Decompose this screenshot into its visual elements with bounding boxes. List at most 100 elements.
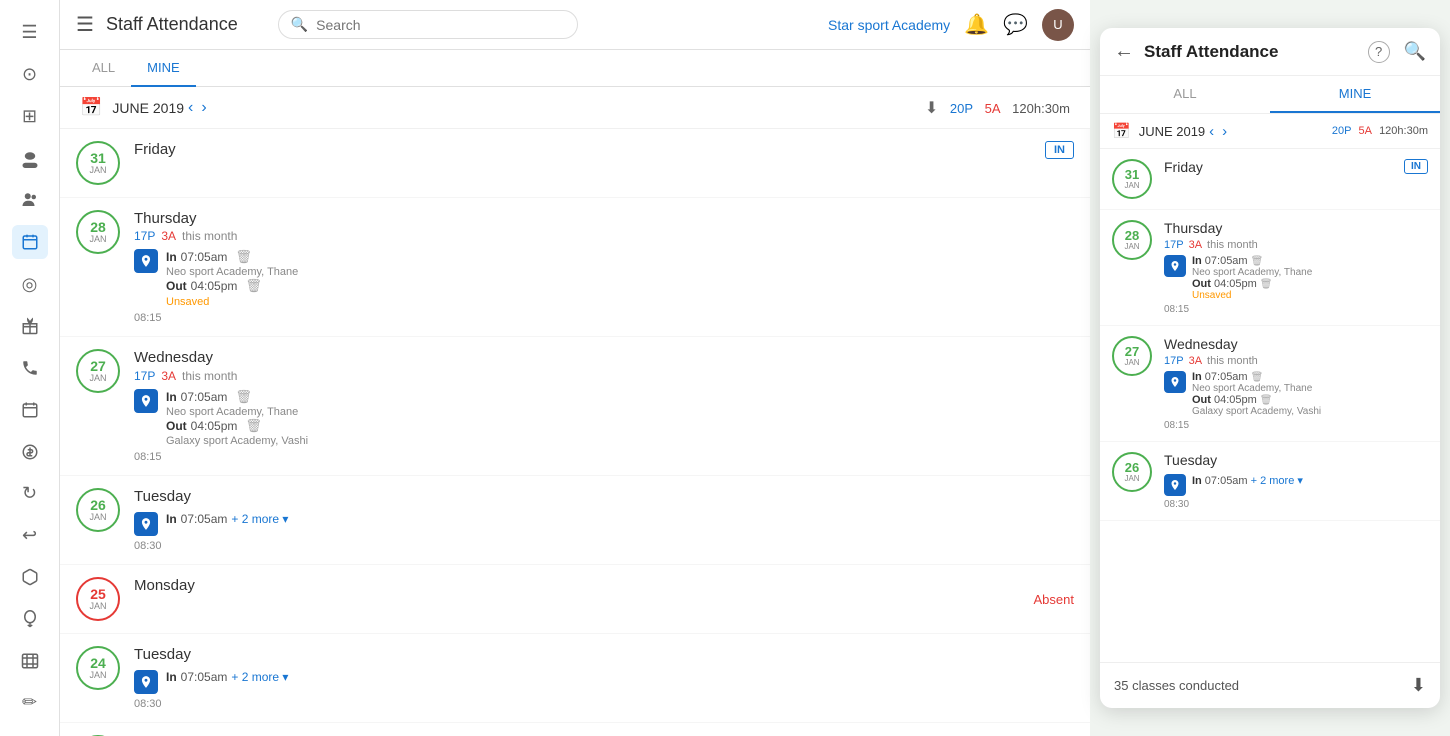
session-icon-27 — [134, 389, 158, 413]
mobile-download-icon[interactable]: ⬇ — [1411, 675, 1426, 696]
session-row-24: In 07:05am + 2 more ▾ — [134, 670, 1074, 694]
user-circle-icon[interactable]: ◎ — [12, 267, 48, 301]
session-icon — [134, 249, 158, 273]
film-icon[interactable] — [12, 644, 48, 678]
mobile-search-icon[interactable]: 🔍 — [1404, 41, 1426, 63]
day-info-24: Tuesday In 07:05am + 2 more ▾ 08:30 — [134, 646, 1074, 710]
search-input[interactable] — [316, 17, 565, 33]
page-title: Staff Attendance — [106, 14, 238, 35]
mobile-more-link-26[interactable]: + 2 more ▾ — [1251, 474, 1303, 487]
header-right: Star sport Academy 🔔 💬 U — [828, 9, 1074, 41]
classes-conducted: 35 classes conducted — [1114, 678, 1239, 693]
mobile-footer: 35 classes conducted ⬇ — [1100, 662, 1440, 708]
mobile-hours-stat: 120h:30m — [1379, 125, 1428, 137]
edit-icon[interactable]: ✏ — [12, 686, 48, 720]
mobile-month-stats: 20P 5A 120h:30m — [1332, 125, 1428, 137]
phone-icon[interactable] — [12, 351, 48, 385]
trash-icon[interactable]: 🗑 — [235, 249, 252, 265]
calendar2-icon[interactable] — [12, 393, 48, 427]
mobile-trash-28a[interactable]: 🗑 — [1251, 256, 1264, 267]
tab-bar: ALL MINE — [60, 50, 1090, 87]
mobile-help-icon[interactable]: ? — [1368, 41, 1390, 63]
undo-icon[interactable]: ↩ — [12, 519, 48, 553]
download-icon[interactable]: ⬇ — [925, 100, 938, 117]
refresh-icon[interactable]: ↻ — [12, 477, 48, 511]
list-item: 31 Jan Friday IN — [1100, 149, 1440, 210]
present-stat: 20P — [950, 101, 973, 116]
next-month-button[interactable]: › — [197, 99, 210, 117]
mobile-day-circle-31: 31 Jan — [1112, 159, 1152, 199]
mobile-present-stat: 20P — [1332, 125, 1352, 137]
mobile-tab-mine[interactable]: MINE — [1270, 76, 1440, 113]
day-circle-25: 25 Jan — [76, 577, 120, 621]
gift-icon[interactable] — [12, 309, 48, 343]
tab-all[interactable]: ALL — [76, 50, 131, 87]
menu-button[interactable]: ☰ — [76, 12, 94, 37]
table-row: 28 Jan Thursday 17P 3A this month — [60, 198, 1090, 337]
mobile-next-month[interactable]: › — [1218, 123, 1231, 140]
person-icon[interactable] — [12, 142, 48, 176]
absent-stat: 5A — [985, 101, 1001, 116]
list-item: 26 Jan Tuesday In 07:05am + 2 more — [1100, 442, 1440, 521]
mobile-tab-bar: ALL MINE — [1100, 76, 1440, 114]
mobile-in-badge-31: IN — [1404, 159, 1428, 174]
mobile-day-info-26: Tuesday In 07:05am + 2 more ▾ — [1164, 452, 1428, 510]
dollar-icon[interactable] — [12, 435, 48, 469]
trash-icon-27b[interactable]: 🗑 — [245, 418, 262, 434]
calendar-active-icon[interactable] — [12, 225, 48, 259]
more-link-26[interactable]: + 2 more ▾ — [231, 512, 288, 526]
table-row: 27 Jan Wednesday 17P 3A this month In — [60, 337, 1090, 476]
main-content: ☰ Staff Attendance 🔍 Star sport Academy … — [60, 0, 1090, 736]
mobile-frame: ← Staff Attendance ? 🔍 ALL MINE 📅 JUNE 2… — [1100, 28, 1440, 708]
mobile-absent-stat: 5A — [1359, 125, 1372, 137]
month-name: JUNE 2019 — [112, 100, 184, 116]
mobile-trash-28b[interactable]: 🗑 — [1260, 279, 1273, 290]
mobile-tab-all[interactable]: ALL — [1100, 76, 1270, 113]
table-row: 25 Jan Monsday Absent — [60, 565, 1090, 634]
mobile-back-button[interactable]: ← — [1114, 40, 1134, 63]
session-icon-26 — [134, 512, 158, 536]
group-icon[interactable] — [12, 184, 48, 218]
prev-month-button[interactable]: ‹ — [184, 99, 197, 117]
mobile-day-circle-26: 26 Jan — [1112, 452, 1152, 492]
mobile-month-header: 📅 JUNE 2019 ‹ › 20P 5A 120h:30m — [1100, 114, 1440, 149]
mobile-cal-icon: 📅 — [1112, 122, 1131, 140]
menu-icon[interactable]: ☰ — [12, 16, 48, 50]
mobile-trash-27b[interactable]: 🗑 — [1260, 395, 1273, 406]
hours-stat: 120h:30m — [1012, 101, 1070, 116]
mobile-day-circle-28: 28 Jan — [1112, 220, 1152, 260]
trash-icon-2[interactable]: 🗑 — [245, 278, 262, 294]
mobile-session-icon-27 — [1164, 371, 1186, 393]
mobile-month-name: JUNE 2019 — [1139, 124, 1205, 139]
mobile-content: 31 Jan Friday IN 28 Jan Thursday 17P — [1100, 149, 1440, 662]
grid-icon[interactable]: ⊞ — [12, 100, 48, 134]
mobile-prev-month[interactable]: ‹ — [1205, 123, 1218, 140]
mobile-header-icons: ? 🔍 — [1368, 41, 1426, 63]
avatar[interactable]: U — [1042, 9, 1074, 41]
day-info-25: Monsday — [134, 577, 1034, 595]
absent-label-25: Absent — [1034, 592, 1074, 607]
mobile-session-icon-26 — [1164, 474, 1186, 496]
mobile-header: ← Staff Attendance ? 🔍 — [1100, 28, 1440, 76]
in-badge: IN — [1045, 141, 1074, 159]
notification-icon[interactable]: 🔔 — [964, 12, 989, 37]
session-icon-24 — [134, 670, 158, 694]
session-row-26: In 07:05am + 2 more ▾ — [134, 512, 1074, 536]
mobile-day-info-31: Friday — [1164, 159, 1404, 177]
box-icon[interactable] — [12, 560, 48, 594]
mobile-day-circle-27: 27 Jan — [1112, 336, 1152, 376]
search-bar[interactable]: 🔍 — [278, 10, 578, 39]
day-circle-31: 31 Jan — [76, 141, 120, 185]
more-link-24[interactable]: + 2 more ▾ — [231, 670, 288, 684]
message-icon[interactable]: 💬 — [1003, 12, 1028, 37]
table-row: 26 Jan Tuesday In 07:05am + 2 more ▾ — [60, 476, 1090, 565]
mobile-trash-27a[interactable]: 🗑 — [1251, 372, 1264, 383]
balloon-icon[interactable] — [12, 602, 48, 636]
academy-name[interactable]: Star sport Academy — [828, 17, 950, 33]
home-icon[interactable]: ⊙ — [12, 58, 48, 92]
session-row-27: In 07:05am 🗑 Neo sport Academy, Thane Ou… — [134, 389, 1074, 447]
month-header: 📅 JUNE 2019 ‹ › ⬇ 20P 5A 120h:30m — [60, 87, 1090, 129]
tab-mine[interactable]: MINE — [131, 50, 196, 87]
table-row: 23 Jan Moday 17P 3A this month In — [60, 723, 1090, 736]
trash-icon-27a[interactable]: 🗑 — [235, 389, 252, 405]
